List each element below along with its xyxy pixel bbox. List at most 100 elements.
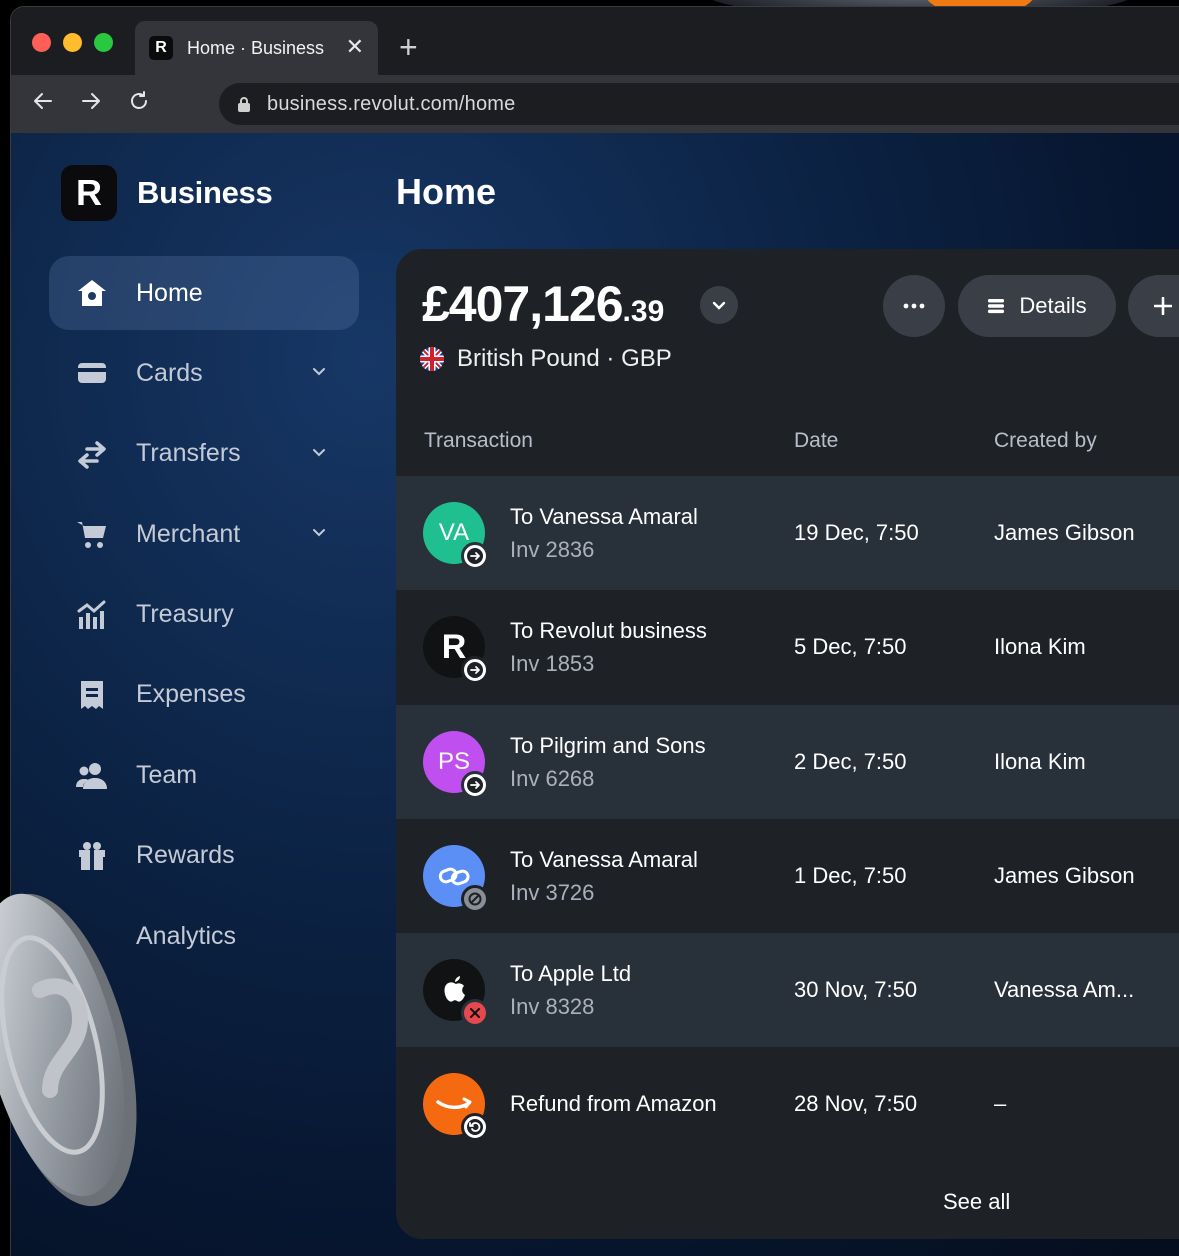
account-card: £407,126 .39 British Pound · GBP Details bbox=[396, 249, 1179, 1239]
sidebar-item-cards[interactable]: Cards bbox=[49, 336, 359, 410]
header-date: Date bbox=[794, 429, 839, 452]
transaction-invoice: Inv 2836 bbox=[510, 537, 595, 562]
browser-tab[interactable]: R Home · Business ✕ bbox=[135, 21, 378, 75]
add-button[interactable] bbox=[1128, 275, 1179, 337]
sidebar-item-expenses[interactable]: Expenses bbox=[49, 658, 359, 732]
transaction-invoice: Inv 3726 bbox=[510, 879, 595, 905]
transaction-creator: Ilona Kim bbox=[994, 748, 1086, 774]
transfers-icon bbox=[75, 437, 109, 471]
sidebar-item-label: Rewards bbox=[136, 841, 235, 870]
lock-icon bbox=[238, 97, 250, 112]
home-icon bbox=[75, 276, 109, 310]
plus-icon bbox=[1154, 297, 1172, 315]
account-dropdown-button[interactable] bbox=[700, 286, 738, 324]
transaction-creator: James Gibson bbox=[994, 862, 1135, 888]
transaction-creator: Vanessa Am... bbox=[994, 977, 1135, 1003]
sidebar-item-label: Merchant bbox=[136, 519, 241, 548]
brand[interactable]: R Business bbox=[61, 165, 273, 221]
table-row[interactable]: To Vanessa Amaral Inv 3726 1 Dec, 7:50 J… bbox=[396, 819, 1179, 933]
details-icon bbox=[988, 299, 1005, 314]
transaction-name: To Pilgrim and Sons bbox=[510, 732, 706, 758]
back-button[interactable] bbox=[29, 89, 57, 117]
transaction-name: To Apple Ltd bbox=[510, 961, 632, 987]
more-button[interactable] bbox=[883, 275, 945, 337]
outgoing-arrow-icon bbox=[461, 542, 489, 570]
sidebar-item-label: Treasury bbox=[136, 600, 234, 629]
sidebar-item-merchant[interactable]: Merchant bbox=[49, 497, 359, 571]
close-window-button[interactable] bbox=[32, 33, 51, 52]
uk-flag-icon bbox=[420, 347, 444, 371]
sidebar-item-transfers[interactable]: Transfers bbox=[49, 417, 359, 491]
chevron-down-icon bbox=[313, 368, 325, 376]
tab-strip: R Home · Business ✕ + bbox=[11, 7, 1179, 75]
forward-button[interactable] bbox=[77, 89, 105, 117]
table-row[interactable]: To Apple Ltd Inv 8328 30 Nov, 7:50 Vanes… bbox=[396, 933, 1179, 1048]
blocked-icon bbox=[461, 884, 489, 913]
sidebar-item-team[interactable]: Team bbox=[49, 738, 359, 812]
receipt-icon bbox=[75, 678, 109, 712]
table-row[interactable]: PS To Pilgrim and Sons Inv 6268 2 Dec, 7… bbox=[396, 704, 1179, 819]
transaction-date: 19 Dec, 7:50 bbox=[794, 520, 919, 545]
transaction-name: To Revolut business bbox=[510, 618, 707, 644]
app-content: R Business Home Home Cards Transfers Mer… bbox=[11, 133, 1179, 1256]
currency: British Pound · GBP bbox=[420, 345, 672, 373]
revolut-logo: R bbox=[61, 165, 117, 221]
team-icon bbox=[75, 758, 109, 792]
transaction-name: To Vanessa Amaral bbox=[510, 504, 698, 529]
sidebar-item-label: Expenses bbox=[136, 680, 246, 709]
transaction-name: Refund from Amazon bbox=[510, 1091, 717, 1117]
reload-button[interactable] bbox=[125, 89, 153, 117]
transaction-creator: Ilona Kim bbox=[994, 634, 1086, 660]
transaction-date: 1 Dec, 7:50 bbox=[794, 862, 907, 888]
tab-favicon: R bbox=[149, 36, 173, 60]
tab-title: Home · Business bbox=[187, 37, 325, 58]
maximize-window-button[interactable] bbox=[94, 33, 113, 52]
transaction-invoice: Inv 8328 bbox=[510, 994, 595, 1020]
sidebar-item-label: Cards bbox=[136, 358, 203, 387]
table-row[interactable]: Refund from Amazon 28 Nov, 7:50 – bbox=[396, 1047, 1179, 1161]
sidebar-item-home[interactable]: Home bbox=[49, 256, 359, 330]
table-row[interactable]: R To Revolut business Inv 1853 5 Dec, 7:… bbox=[396, 590, 1179, 704]
apple-logo-icon bbox=[444, 976, 465, 1002]
transaction-date: 30 Nov, 7:50 bbox=[794, 977, 918, 1003]
details-button[interactable]: Details bbox=[958, 275, 1116, 337]
header-created-by: Created by bbox=[994, 429, 1097, 452]
balance: £407,126 .39 bbox=[422, 275, 664, 333]
see-all-link[interactable]: See all bbox=[943, 1189, 1010, 1215]
more-dots-icon bbox=[903, 303, 925, 309]
coin-decoration-icon bbox=[0, 893, 137, 1207]
page-title: Home bbox=[396, 171, 497, 212]
sidebar-item-label: Home bbox=[136, 278, 203, 307]
table-row[interactable]: VA To Vanessa Amaral Inv 2836 19 Dec, 7:… bbox=[396, 476, 1179, 591]
chevron-down-icon bbox=[712, 301, 726, 310]
sidebar-item-treasury[interactable]: Treasury bbox=[49, 578, 359, 652]
transactions-list: VA To Vanessa Amaral Inv 2836 19 Dec, 7:… bbox=[396, 476, 1179, 1162]
sidebar-item-label: Analytics bbox=[136, 921, 237, 950]
transaction-creator: James Gibson bbox=[994, 520, 1135, 545]
cart-icon bbox=[75, 517, 109, 551]
new-tab-button[interactable]: + bbox=[399, 29, 418, 65]
transaction-date: 2 Dec, 7:50 bbox=[794, 748, 907, 774]
arrow-right-icon bbox=[82, 93, 100, 109]
balance-amount: £407,126 bbox=[422, 276, 624, 332]
url-text: business.revolut.com/home bbox=[267, 92, 516, 115]
chevron-down-icon bbox=[313, 448, 325, 457]
outgoing-arrow-icon bbox=[461, 770, 489, 799]
balance-decimal: .39 bbox=[622, 295, 665, 328]
arrow-left-icon bbox=[34, 93, 52, 109]
table-header: Transaction Date Created by bbox=[396, 419, 1179, 459]
brand-name: Business bbox=[137, 175, 273, 210]
transaction-name: To Vanessa Amaral bbox=[510, 846, 698, 872]
reload-icon bbox=[131, 91, 147, 109]
amazon-logo-icon bbox=[436, 1097, 472, 1110]
address-bar[interactable]: business.revolut.com/home bbox=[219, 83, 1179, 125]
header-transaction: Transaction bbox=[424, 429, 533, 452]
browser-window: R Home · Business ✕ + business.revolut.c… bbox=[10, 6, 1179, 1256]
transaction-invoice: Inv 6268 bbox=[510, 765, 595, 791]
sidebar-item-label: Team bbox=[136, 760, 198, 789]
close-tab-icon[interactable]: ✕ bbox=[346, 35, 364, 59]
chart-bars-icon bbox=[75, 598, 109, 632]
transaction-date: 28 Nov, 7:50 bbox=[794, 1091, 918, 1117]
link-icon bbox=[438, 867, 470, 886]
minimize-window-button[interactable] bbox=[63, 33, 82, 52]
